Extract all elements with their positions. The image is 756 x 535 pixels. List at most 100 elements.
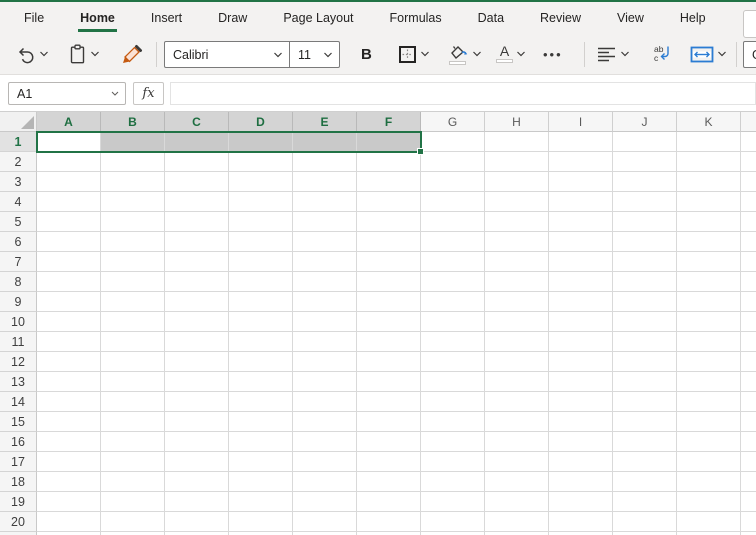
cell-K15[interactable] bbox=[677, 412, 741, 432]
wrap-text-button[interactable]: ab c bbox=[652, 34, 676, 74]
cell-G16[interactable] bbox=[421, 432, 485, 452]
cell-F7[interactable] bbox=[357, 252, 421, 272]
cell-C12[interactable] bbox=[165, 352, 229, 372]
cell-C15[interactable] bbox=[165, 412, 229, 432]
cell-I16[interactable] bbox=[549, 432, 613, 452]
cell-B1[interactable] bbox=[101, 132, 165, 152]
cell-E20[interactable] bbox=[293, 512, 357, 532]
cell-I14[interactable] bbox=[549, 392, 613, 412]
cell-B8[interactable] bbox=[101, 272, 165, 292]
name-box[interactable]: A1 bbox=[8, 82, 126, 105]
cell-H16[interactable] bbox=[485, 432, 549, 452]
cell-B12[interactable] bbox=[101, 352, 165, 372]
row-header-3[interactable]: 3 bbox=[0, 172, 37, 192]
cell-A17[interactable] bbox=[37, 452, 101, 472]
cell-K8[interactable] bbox=[677, 272, 741, 292]
cell-G17[interactable] bbox=[421, 452, 485, 472]
row-header-19[interactable]: 19 bbox=[0, 492, 37, 512]
cell-H1[interactable] bbox=[485, 132, 549, 152]
cell-I19[interactable] bbox=[549, 492, 613, 512]
cell-J3[interactable] bbox=[613, 172, 677, 192]
cell-G7[interactable] bbox=[421, 252, 485, 272]
cell-D16[interactable] bbox=[229, 432, 293, 452]
cell-C4[interactable] bbox=[165, 192, 229, 212]
cell-J2[interactable] bbox=[613, 152, 677, 172]
cell-B7[interactable] bbox=[101, 252, 165, 272]
row-header-14[interactable]: 14 bbox=[0, 392, 37, 412]
cell-G6[interactable] bbox=[421, 232, 485, 252]
cell-D18[interactable] bbox=[229, 472, 293, 492]
cell-J18[interactable] bbox=[613, 472, 677, 492]
cell-C6[interactable] bbox=[165, 232, 229, 252]
row-header-20[interactable]: 20 bbox=[0, 512, 37, 532]
cell-G12[interactable] bbox=[421, 352, 485, 372]
cell-K5[interactable] bbox=[677, 212, 741, 232]
cell-C10[interactable] bbox=[165, 312, 229, 332]
row-header-12[interactable]: 12 bbox=[0, 352, 37, 372]
cell-I5[interactable] bbox=[549, 212, 613, 232]
cell-E11[interactable] bbox=[293, 332, 357, 352]
cell-D20[interactable] bbox=[229, 512, 293, 532]
cell-I9[interactable] bbox=[549, 292, 613, 312]
cell-C20[interactable] bbox=[165, 512, 229, 532]
row-header-8[interactable]: 8 bbox=[0, 272, 37, 292]
cell-F15[interactable] bbox=[357, 412, 421, 432]
tab-draw[interactable]: Draw bbox=[218, 2, 247, 34]
cell-K14[interactable] bbox=[677, 392, 741, 412]
cell-F19[interactable] bbox=[357, 492, 421, 512]
column-header-a[interactable]: A bbox=[37, 112, 101, 132]
cell-C2[interactable] bbox=[165, 152, 229, 172]
cell-H14[interactable] bbox=[485, 392, 549, 412]
cell-F20[interactable] bbox=[357, 512, 421, 532]
cell-I4[interactable] bbox=[549, 192, 613, 212]
cell-J7[interactable] bbox=[613, 252, 677, 272]
cell-F17[interactable] bbox=[357, 452, 421, 472]
column-header-f[interactable]: F bbox=[357, 112, 421, 132]
cell-C14[interactable] bbox=[165, 392, 229, 412]
cell-J10[interactable] bbox=[613, 312, 677, 332]
cell-I12[interactable] bbox=[549, 352, 613, 372]
column-header-partial[interactable] bbox=[741, 112, 756, 132]
cell-partial[interactable] bbox=[741, 272, 756, 292]
cell-E18[interactable] bbox=[293, 472, 357, 492]
column-header-b[interactable]: B bbox=[101, 112, 165, 132]
fill-handle[interactable] bbox=[417, 148, 424, 155]
cell-J16[interactable] bbox=[613, 432, 677, 452]
row-header-9[interactable]: 9 bbox=[0, 292, 37, 312]
cell-K16[interactable] bbox=[677, 432, 741, 452]
column-header-e[interactable]: E bbox=[293, 112, 357, 132]
cell-J5[interactable] bbox=[613, 212, 677, 232]
cell-A12[interactable] bbox=[37, 352, 101, 372]
cell-K13[interactable] bbox=[677, 372, 741, 392]
cell-F9[interactable] bbox=[357, 292, 421, 312]
cell-partial[interactable] bbox=[741, 472, 756, 492]
cell-E12[interactable] bbox=[293, 352, 357, 372]
cell-B4[interactable] bbox=[101, 192, 165, 212]
cell-B17[interactable] bbox=[101, 452, 165, 472]
cell-A10[interactable] bbox=[37, 312, 101, 332]
cell-F11[interactable] bbox=[357, 332, 421, 352]
cell-G1[interactable] bbox=[421, 132, 485, 152]
cell-partial[interactable] bbox=[741, 452, 756, 472]
cell-C13[interactable] bbox=[165, 372, 229, 392]
cell-F6[interactable] bbox=[357, 232, 421, 252]
cell-K11[interactable] bbox=[677, 332, 741, 352]
cell-G19[interactable] bbox=[421, 492, 485, 512]
cell-G11[interactable] bbox=[421, 332, 485, 352]
cell-E10[interactable] bbox=[293, 312, 357, 332]
cell-I1[interactable] bbox=[549, 132, 613, 152]
font-color-button[interactable]: A bbox=[496, 34, 526, 74]
cell-H10[interactable] bbox=[485, 312, 549, 332]
cell-partial[interactable] bbox=[741, 192, 756, 212]
cell-B13[interactable] bbox=[101, 372, 165, 392]
cell-J4[interactable] bbox=[613, 192, 677, 212]
cell-I18[interactable] bbox=[549, 472, 613, 492]
cell-E15[interactable] bbox=[293, 412, 357, 432]
cell-K1[interactable] bbox=[677, 132, 741, 152]
cell-A16[interactable] bbox=[37, 432, 101, 452]
cell-I8[interactable] bbox=[549, 272, 613, 292]
cell-J15[interactable] bbox=[613, 412, 677, 432]
cell-A14[interactable] bbox=[37, 392, 101, 412]
cell-partial[interactable] bbox=[741, 352, 756, 372]
merge-center-button[interactable] bbox=[690, 34, 727, 74]
